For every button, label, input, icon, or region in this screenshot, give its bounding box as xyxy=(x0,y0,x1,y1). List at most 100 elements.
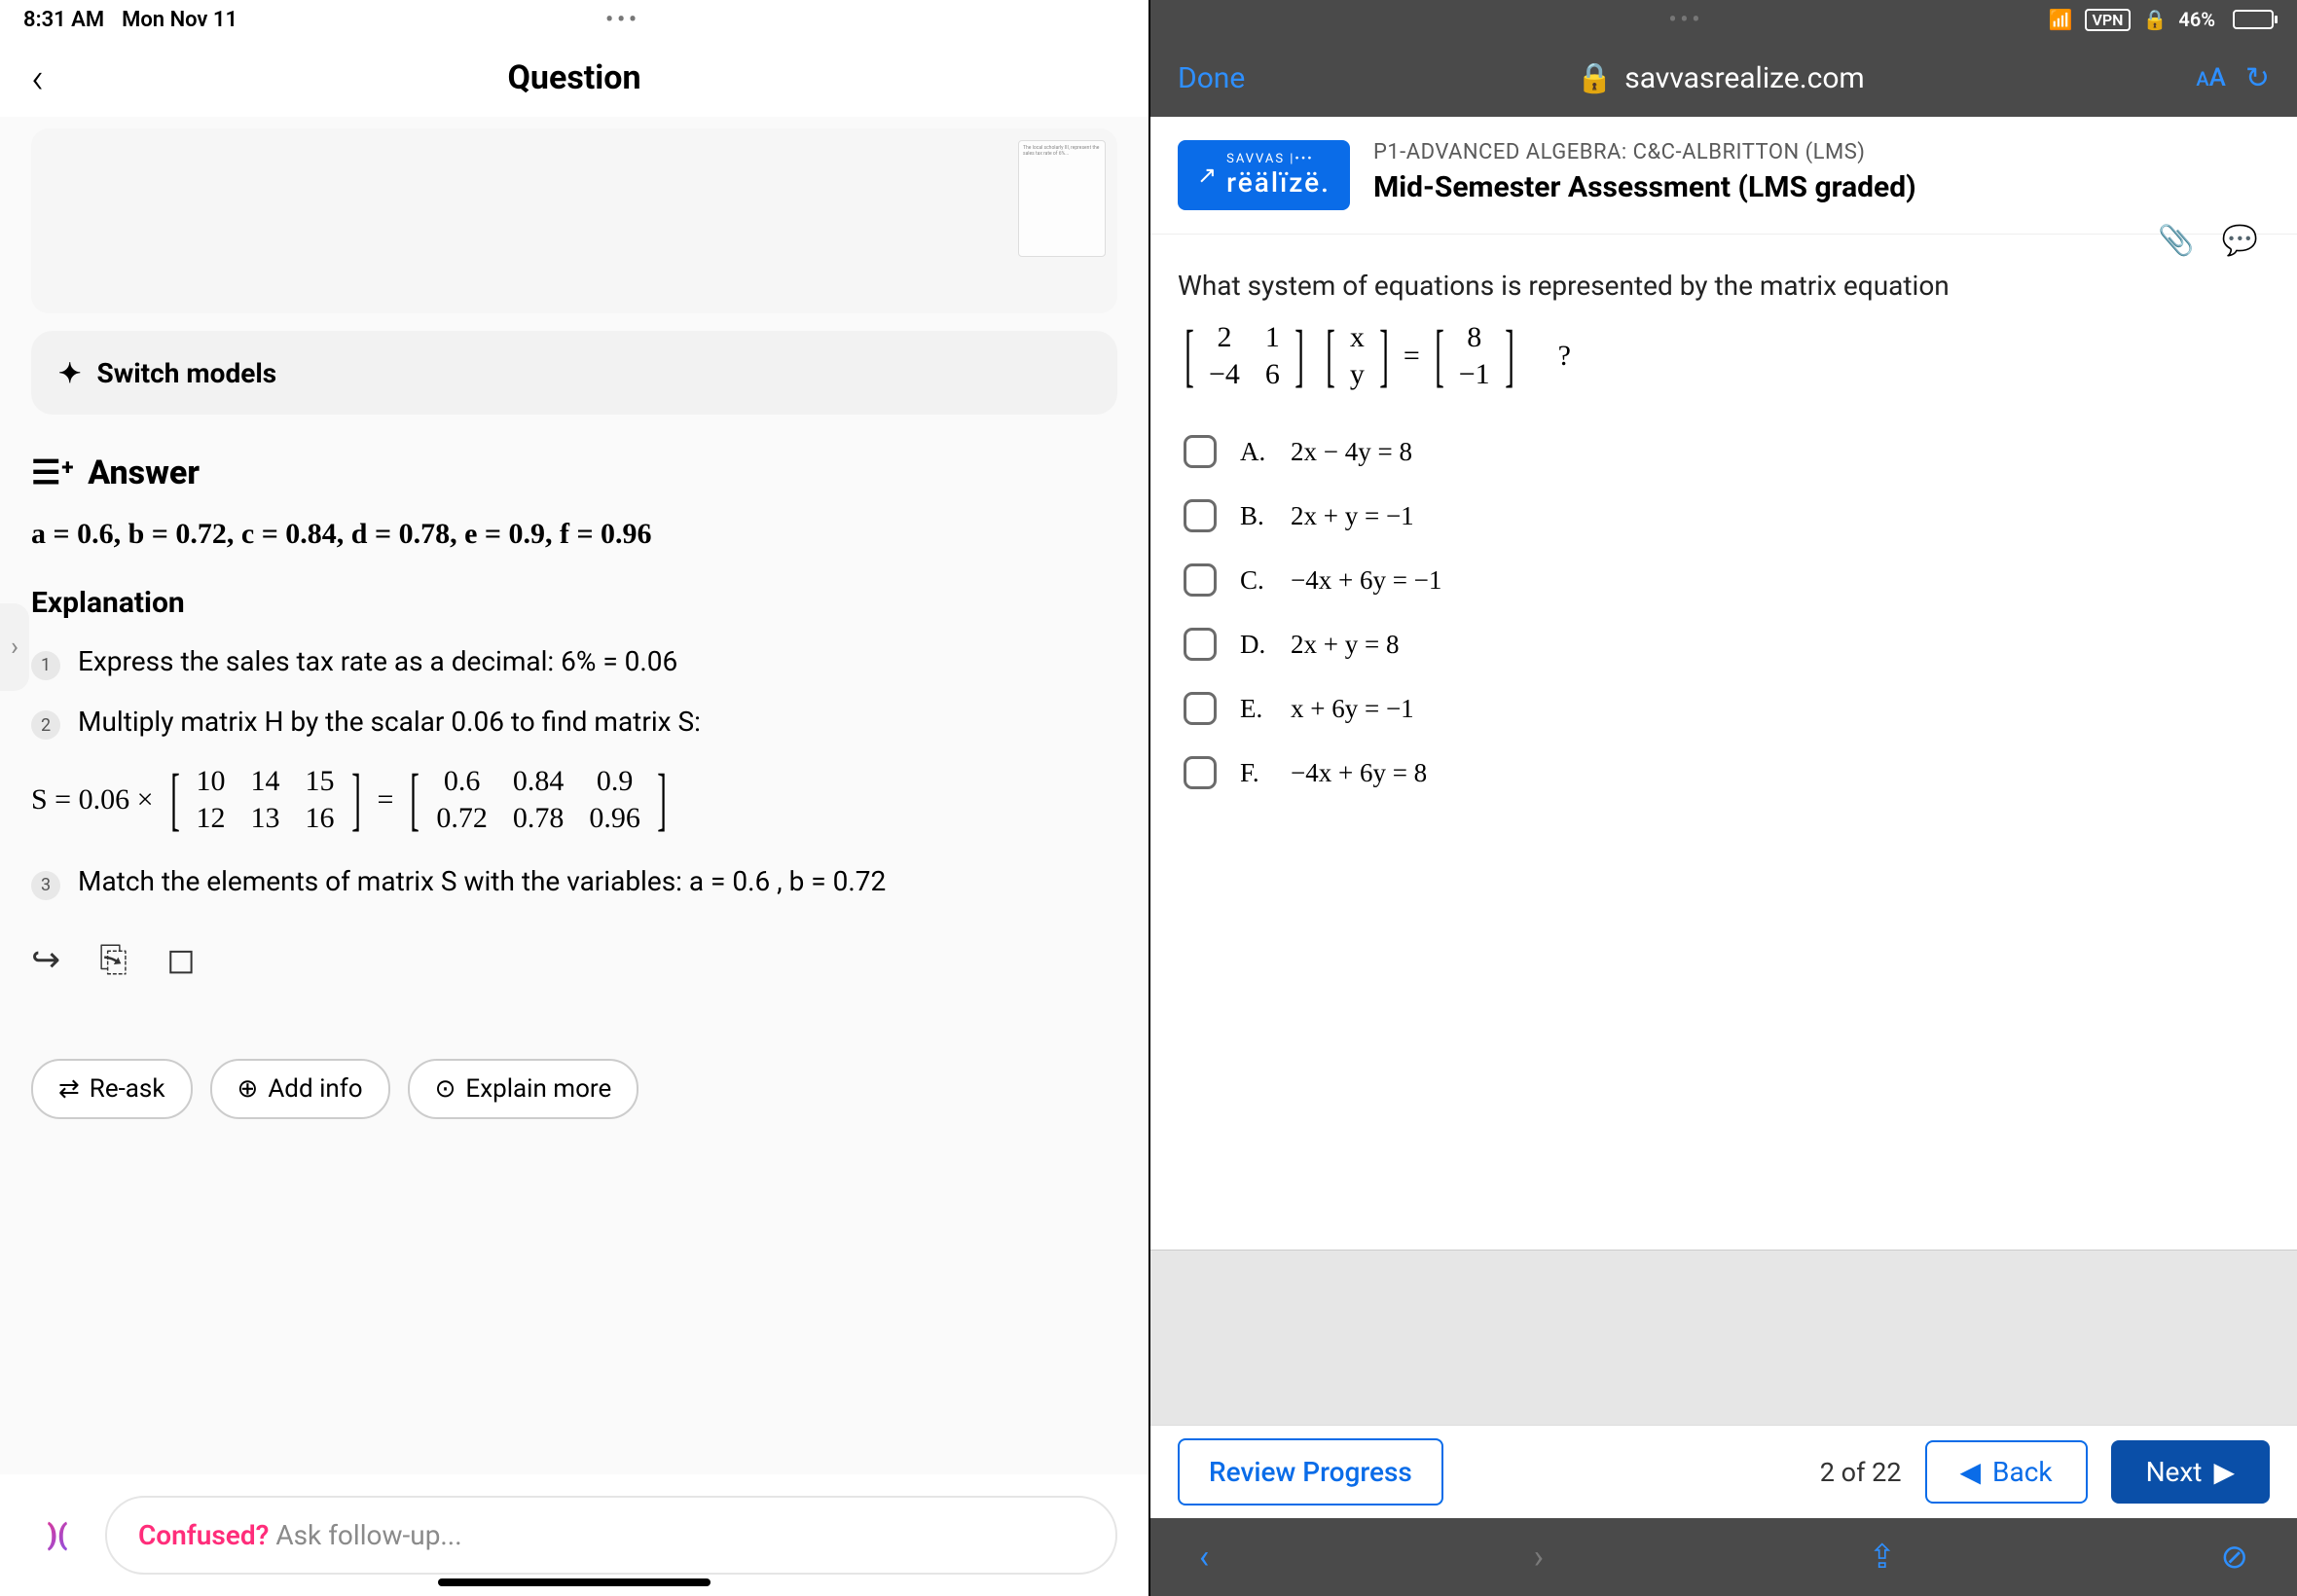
question-mark: ? xyxy=(1558,340,1571,373)
explanation-step-2: 2 Multiply matrix H by the scalar 0.06 t… xyxy=(31,706,1117,741)
checkbox[interactable] xyxy=(1184,435,1217,468)
reask-chip[interactable]: ⇄ Re-ask xyxy=(31,1059,193,1119)
sparkle-icon: ✦ xyxy=(58,357,81,389)
download-icon: ⊙ xyxy=(435,1074,456,1104)
realize-badge[interactable]: ↗ SAVVAS |••• rëälïzë. xyxy=(1178,140,1350,210)
choice-text: 2x + y = −1 xyxy=(1291,501,1414,531)
vpn-badge: VPN xyxy=(2085,9,2132,31)
status-bar-right: ••• 📶 VPN 🔒 46% xyxy=(1150,0,2297,39)
answer-choice[interactable]: E.x + 6y = −1 xyxy=(1178,676,2270,741)
question-text: What system of equations is represented … xyxy=(1178,270,2270,302)
back-chevron-icon[interactable]: ‹ xyxy=(31,53,44,103)
step-text: Multiply matrix H by the scalar 0.06 to … xyxy=(78,706,701,738)
step-number: 1 xyxy=(31,651,60,680)
bookmark-icon[interactable]: ◻ xyxy=(166,939,196,981)
choice-letter: F. xyxy=(1240,758,1267,788)
review-progress-button[interactable]: Review Progress xyxy=(1178,1438,1443,1505)
chip-label: Re-ask xyxy=(90,1074,165,1104)
share-icon[interactable]: ⇪ xyxy=(1868,1538,1896,1577)
answer-choice[interactable]: D. 2x + y = 8 xyxy=(1178,612,2270,676)
external-link-icon: ↗ xyxy=(1197,162,1217,189)
share-icon[interactable]: ↪ xyxy=(31,939,60,981)
step-number: 2 xyxy=(31,710,60,740)
left-header: ‹ Question xyxy=(0,39,1148,117)
answer-choice[interactable]: A.2x − 4y = 8 xyxy=(1178,419,2270,484)
explanation-step-1: 1 Express the sales tax rate as a decima… xyxy=(31,645,1117,680)
browser-address-bar: Done 🔒 savvasrealize.com AAAA ↻ xyxy=(1150,39,2297,117)
breadcrumb[interactable]: P1-ADVANCED ALGEBRA: C&C-ALBRITTON (LMS) xyxy=(1373,140,1916,164)
badge-small-text: SAVVAS |••• xyxy=(1226,152,1331,166)
equals-sign: = xyxy=(1404,340,1420,373)
side-drawer-handle[interactable]: › xyxy=(0,603,29,691)
answer-choice[interactable]: B.2x + y = −1 xyxy=(1178,484,2270,548)
choice-text: 2x + y = 8 xyxy=(1291,630,1399,660)
triangle-left-icon: ◀ xyxy=(1960,1456,1982,1488)
empty-gray-area xyxy=(1150,1250,2297,1425)
switch-models-label: Switch models xyxy=(96,357,276,389)
next-label: Next xyxy=(2146,1456,2203,1488)
text-size-button[interactable]: AAAA xyxy=(2196,63,2226,92)
step-text: Match the elements of matrix S with the … xyxy=(78,865,886,897)
home-indicator[interactable] xyxy=(438,1578,711,1586)
answer-text: a = 0.6, b = 0.72, c = 0.84, d = 0.78, e… xyxy=(31,518,1117,551)
answer-choice[interactable]: C. −4x + 6y = −1 xyxy=(1178,548,2270,612)
wifi-icon: 📶 xyxy=(2049,8,2073,31)
back-label: Back xyxy=(1992,1456,2053,1488)
lock-icon: 🔒 xyxy=(1577,61,1613,95)
url-text[interactable]: savvasrealize.com xyxy=(1624,61,1865,95)
next-button[interactable]: Next ▶ xyxy=(2111,1440,2270,1504)
browser-forward-icon: › xyxy=(1534,1538,1544,1577)
choice-text: x + 6y = −1 xyxy=(1291,694,1414,724)
checkbox[interactable] xyxy=(1184,499,1217,532)
app-logo-icon[interactable]: )( xyxy=(31,1509,84,1562)
list-icon: ☰⁺ xyxy=(31,453,74,492)
question-thumbnail: The local scholarly III, represent the s… xyxy=(1018,140,1106,257)
multitask-dots-icon[interactable]: ••• xyxy=(605,8,640,32)
reload-icon[interactable]: ↻ xyxy=(2245,61,2270,95)
checkbox[interactable] xyxy=(1184,628,1217,661)
status-date: Mon Nov 11 xyxy=(122,8,237,32)
multitask-dots-icon[interactable]: ••• xyxy=(1669,8,1704,32)
status-bar-left: 8:31 AM Mon Nov 11 ••• xyxy=(0,0,1148,39)
answer-choice[interactable]: F. −4x + 6y = 8 xyxy=(1178,741,2270,805)
triangle-right-icon: ▶ xyxy=(2213,1456,2235,1488)
add-info-chip[interactable]: ⊕Add info xyxy=(210,1059,390,1119)
browser-back-icon[interactable]: ‹ xyxy=(1199,1538,1209,1577)
step-text: Express the sales tax rate as a decimal:… xyxy=(78,645,677,677)
followup-placeholder: Ask follow-up... xyxy=(275,1519,461,1551)
attachment-icon[interactable]: 📎 xyxy=(2158,224,2194,258)
badge-big-text: rëälïzë. xyxy=(1226,166,1331,199)
refresh-icon: ⇄ xyxy=(58,1074,80,1104)
choice-text: −4x + 6y = 8 xyxy=(1291,758,1427,788)
chip-label: Explain more xyxy=(465,1074,611,1104)
question-image-card[interactable]: The local scholarly III, represent the s… xyxy=(31,128,1117,313)
checkbox[interactable] xyxy=(1184,563,1217,597)
checkbox[interactable] xyxy=(1184,692,1217,725)
answer-heading-label: Answer xyxy=(88,453,200,492)
comment-icon[interactable]: 💬 xyxy=(2222,224,2258,258)
equals-sign: = xyxy=(378,783,394,816)
matrix-equation: S = 0.06 × [ 101214131516 ] = [ 0.60.720… xyxy=(31,759,1117,840)
safari-icon[interactable]: ⊘ xyxy=(2220,1538,2248,1577)
checkbox[interactable] xyxy=(1184,756,1217,789)
switch-models-button[interactable]: ✦ Switch models xyxy=(31,331,1117,415)
choice-letter: D. xyxy=(1240,630,1267,660)
question-matrix: [2−416] [xy] = [8−1] ? xyxy=(1178,315,2270,396)
chip-label: Add info xyxy=(268,1074,362,1104)
back-button[interactable]: ◀ Back xyxy=(1925,1440,2088,1504)
safari-toolbar: ‹ › ⇪ ⊘ xyxy=(1150,1518,2297,1596)
done-button[interactable]: Done xyxy=(1178,61,1245,95)
followup-confused-label: Confused? xyxy=(138,1519,275,1551)
copy-icon[interactable]: ⎘ xyxy=(99,939,128,981)
question-counter: 2 of 22 xyxy=(1820,1457,1902,1488)
followup-input[interactable]: Confused? Ask follow-up... xyxy=(105,1496,1117,1575)
choice-letter: C. xyxy=(1240,565,1267,596)
choice-text: 2x − 4y = 8 xyxy=(1291,437,1412,467)
step-number: 3 xyxy=(31,871,60,900)
realize-header: ↗ SAVVAS |••• rëälïzë. P1-ADVANCED ALGEB… xyxy=(1150,117,2297,235)
assessment-footer: Review Progress 2 of 22 ◀ Back Next ▶ xyxy=(1150,1425,2297,1518)
battery-percent: 46% xyxy=(2178,8,2215,31)
battery-icon xyxy=(2227,10,2274,29)
choice-text: −4x + 6y = −1 xyxy=(1291,565,1441,596)
explain-more-chip[interactable]: ⊙ Explain more xyxy=(408,1059,639,1119)
